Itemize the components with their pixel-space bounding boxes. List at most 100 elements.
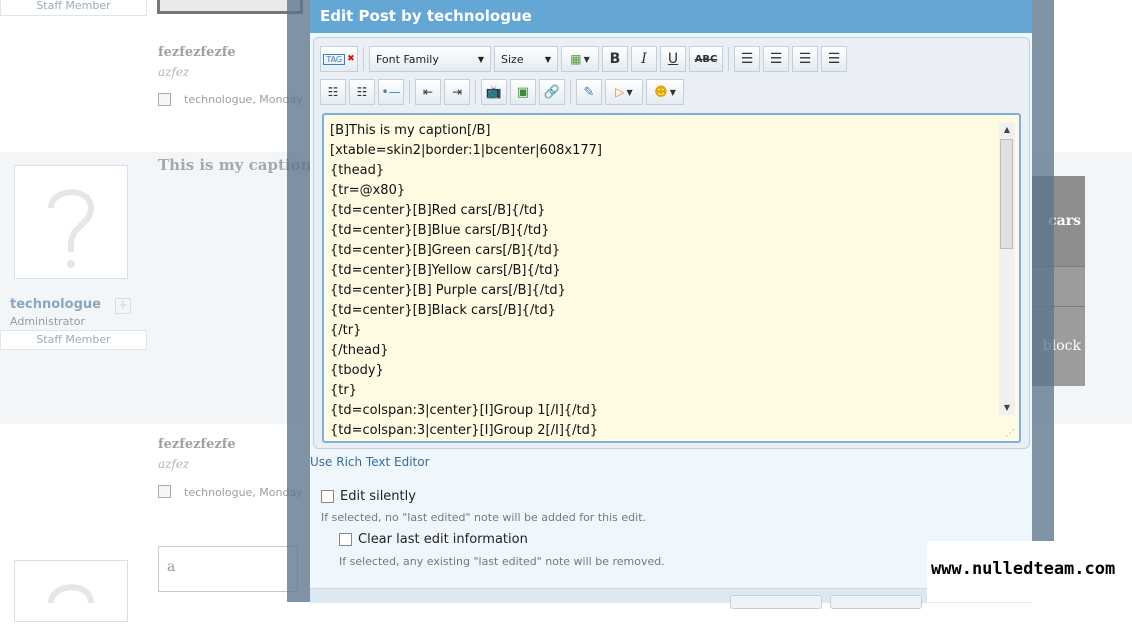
numbered-list-icon: ☷ xyxy=(356,85,368,99)
code-line: {tr} xyxy=(330,383,357,398)
clear-last-edit-checkbox[interactable] xyxy=(339,533,352,546)
code-line: {td=center}[B] Purple cars[/B]{/td} xyxy=(330,283,566,298)
avatar-2[interactable] xyxy=(14,560,128,622)
scroll-thumb[interactable] xyxy=(1000,139,1013,249)
editor-container: TAG ✖ Font Family ▼ Size ▼ ▦ ▼ B I U ABC ☰ … xyxy=(313,37,1030,449)
align-right-button[interactable]: ☰ xyxy=(792,46,818,72)
default-avatar-icon xyxy=(48,189,95,268)
user-role: Administrator xyxy=(10,315,85,328)
chevron-down-icon: ▼ xyxy=(669,87,676,97)
post-meta-line: technologue, Monday xyxy=(184,93,303,106)
scroll-up-arrow-icon[interactable]: ▲ xyxy=(999,123,1015,137)
unlink-icon: ✎ xyxy=(583,84,595,100)
unlink-button[interactable]: ✎ xyxy=(576,79,602,105)
insert-image-button[interactable]: ▣ xyxy=(510,79,536,105)
numbered-list-button[interactable]: ☷ xyxy=(349,79,375,105)
use-rich-text-editor-link[interactable]: Use Rich Text Editor xyxy=(310,455,430,469)
message-content[interactable]: [B]This is my caption[/B] [xtable=skin2|b… xyxy=(330,121,602,441)
font-family-select[interactable]: Font Family ▼ xyxy=(369,46,491,72)
color-grid-icon: ▦ xyxy=(570,52,582,66)
tag-icon: TAG xyxy=(323,53,346,65)
plus-icon[interactable]: + xyxy=(115,298,131,314)
edit-silently-label[interactable]: Edit silently xyxy=(340,489,416,504)
modal-title: Edit Post by technologue xyxy=(310,0,1032,33)
align-left-button[interactable]: ☰ xyxy=(734,46,760,72)
staff-member-tab: Staff Member xyxy=(0,0,147,16)
align-left-icon: ☰ xyxy=(740,51,754,67)
horizontal-rule-icon: •— xyxy=(381,85,401,99)
insert-media-button[interactable]: 📺 xyxy=(481,79,507,105)
align-center-icon: ☰ xyxy=(769,51,783,67)
chevron-down-icon: ▼ xyxy=(583,54,590,64)
horizontal-rule-button[interactable]: •— xyxy=(378,79,404,105)
staff-member-tab-2: Staff Member xyxy=(0,330,147,350)
chevron-down-icon: ▼ xyxy=(544,54,551,64)
chevron-down-icon: ▼ xyxy=(477,54,484,64)
font-size-select[interactable]: Size ▼ xyxy=(494,46,558,72)
insert-link-button[interactable]: 🔗 xyxy=(539,79,565,105)
post-author-sub: azfez xyxy=(158,65,190,79)
post-select-checkbox-2[interactable] xyxy=(158,485,171,498)
italic-button[interactable]: I xyxy=(631,46,657,72)
smilies-button[interactable]: ☻ ▼ xyxy=(646,79,684,105)
scroll-down-arrow-icon[interactable]: ▼ xyxy=(999,401,1015,415)
quote-block-edge xyxy=(157,0,303,14)
default-avatar-icon-2 xyxy=(48,584,94,604)
clear-last-edit-label[interactable]: Clear last edit information xyxy=(358,532,528,547)
avatar[interactable] xyxy=(14,165,128,279)
bullet-list-icon: ☷ xyxy=(327,85,339,99)
message-textarea[interactable]: [B]This is my caption[/B] [xtable=skin2|b… xyxy=(322,113,1021,443)
code-line: {td=center}[B]Red cars[/B]{/td} xyxy=(330,203,546,218)
code-line: {td=center}[B]Black cars[/B]{/td} xyxy=(330,303,556,318)
code-line: {td=center}[B]Green cars[/B]{/td} xyxy=(330,243,561,258)
tv-icon: 📺 xyxy=(485,84,503,100)
outdent-icon: ⇤ xyxy=(422,85,434,99)
insert-code-button[interactable]: ▷ ▼ xyxy=(605,79,643,105)
code-line: {td=center}[B]Blue cars[/B]{/td} xyxy=(330,223,550,238)
code-line: [B]This is my caption[/B] xyxy=(330,123,491,138)
code-line: {td=center}[B]Yellow cars[/B]{/td} xyxy=(330,263,561,278)
edit-silently-note: If selected, no "last edited" note will … xyxy=(321,511,647,524)
align-center-button[interactable]: ☰ xyxy=(763,46,789,72)
tag-button[interactable]: TAG ✖ xyxy=(320,46,358,72)
watermark-text: www.nulledteam.com xyxy=(931,559,1116,579)
post-author-name-2: fezfezfezfe xyxy=(158,437,236,452)
code-line: [xtable=skin2|border:1|bcenter|608x177] xyxy=(330,143,602,158)
edit-silently-option[interactable]: Edit silently xyxy=(321,489,416,504)
modal-footer xyxy=(310,588,1032,603)
font-family-label: Font Family xyxy=(376,52,439,66)
bullet-list-button[interactable]: ☷ xyxy=(320,79,346,105)
justify-button[interactable]: ☰ xyxy=(821,46,847,72)
code-line: {td=colspan:3|center}[I]Group 2[/I]{/td} xyxy=(330,423,599,438)
resize-grip-icon[interactable]: ⋰ xyxy=(1005,428,1015,439)
textarea-scrollbar[interactable]: ▲ ▼ xyxy=(999,123,1015,415)
cancel-button[interactable] xyxy=(830,595,922,609)
chevron-down-icon: ▼ xyxy=(626,87,633,97)
code-line: {tr=@x80} xyxy=(330,183,406,198)
code-line: {thead} xyxy=(330,163,385,178)
justify-icon: ☰ xyxy=(827,51,841,67)
strikethrough-button[interactable]: ABC xyxy=(689,46,723,72)
align-right-icon: ☰ xyxy=(798,51,812,67)
code-line: {/tr} xyxy=(330,323,362,338)
post-select-checkbox[interactable] xyxy=(158,93,171,106)
bold-button[interactable]: B xyxy=(602,46,628,72)
post-meta-line-2: technologue, Monday xyxy=(184,486,303,499)
indent-button[interactable]: ⇥ xyxy=(444,79,470,105)
code-line: {tbody} xyxy=(330,363,384,378)
save-button[interactable] xyxy=(730,595,822,609)
remove-format-icon: ✖ xyxy=(347,54,355,64)
code-line: {/thead} xyxy=(330,343,389,358)
clear-last-edit-note: If selected, any existing "last edited" … xyxy=(339,555,665,568)
clear-last-edit-option[interactable]: Clear last edit information xyxy=(339,532,528,547)
underline-button[interactable]: U xyxy=(660,46,686,72)
text-color-button[interactable]: ▦ ▼ xyxy=(561,46,599,72)
post-username[interactable]: technologue xyxy=(10,297,101,312)
edit-silently-checkbox[interactable] xyxy=(321,490,334,503)
post-author-name: fezfezfezfe xyxy=(158,45,236,60)
smiley-icon: ☻ xyxy=(654,84,668,100)
code-icon: ▷ xyxy=(615,85,625,99)
watermark: www.nulledteam.com xyxy=(927,541,1132,602)
outdent-button[interactable]: ⇤ xyxy=(415,79,441,105)
quick-reply-input[interactable]: a xyxy=(158,546,298,592)
